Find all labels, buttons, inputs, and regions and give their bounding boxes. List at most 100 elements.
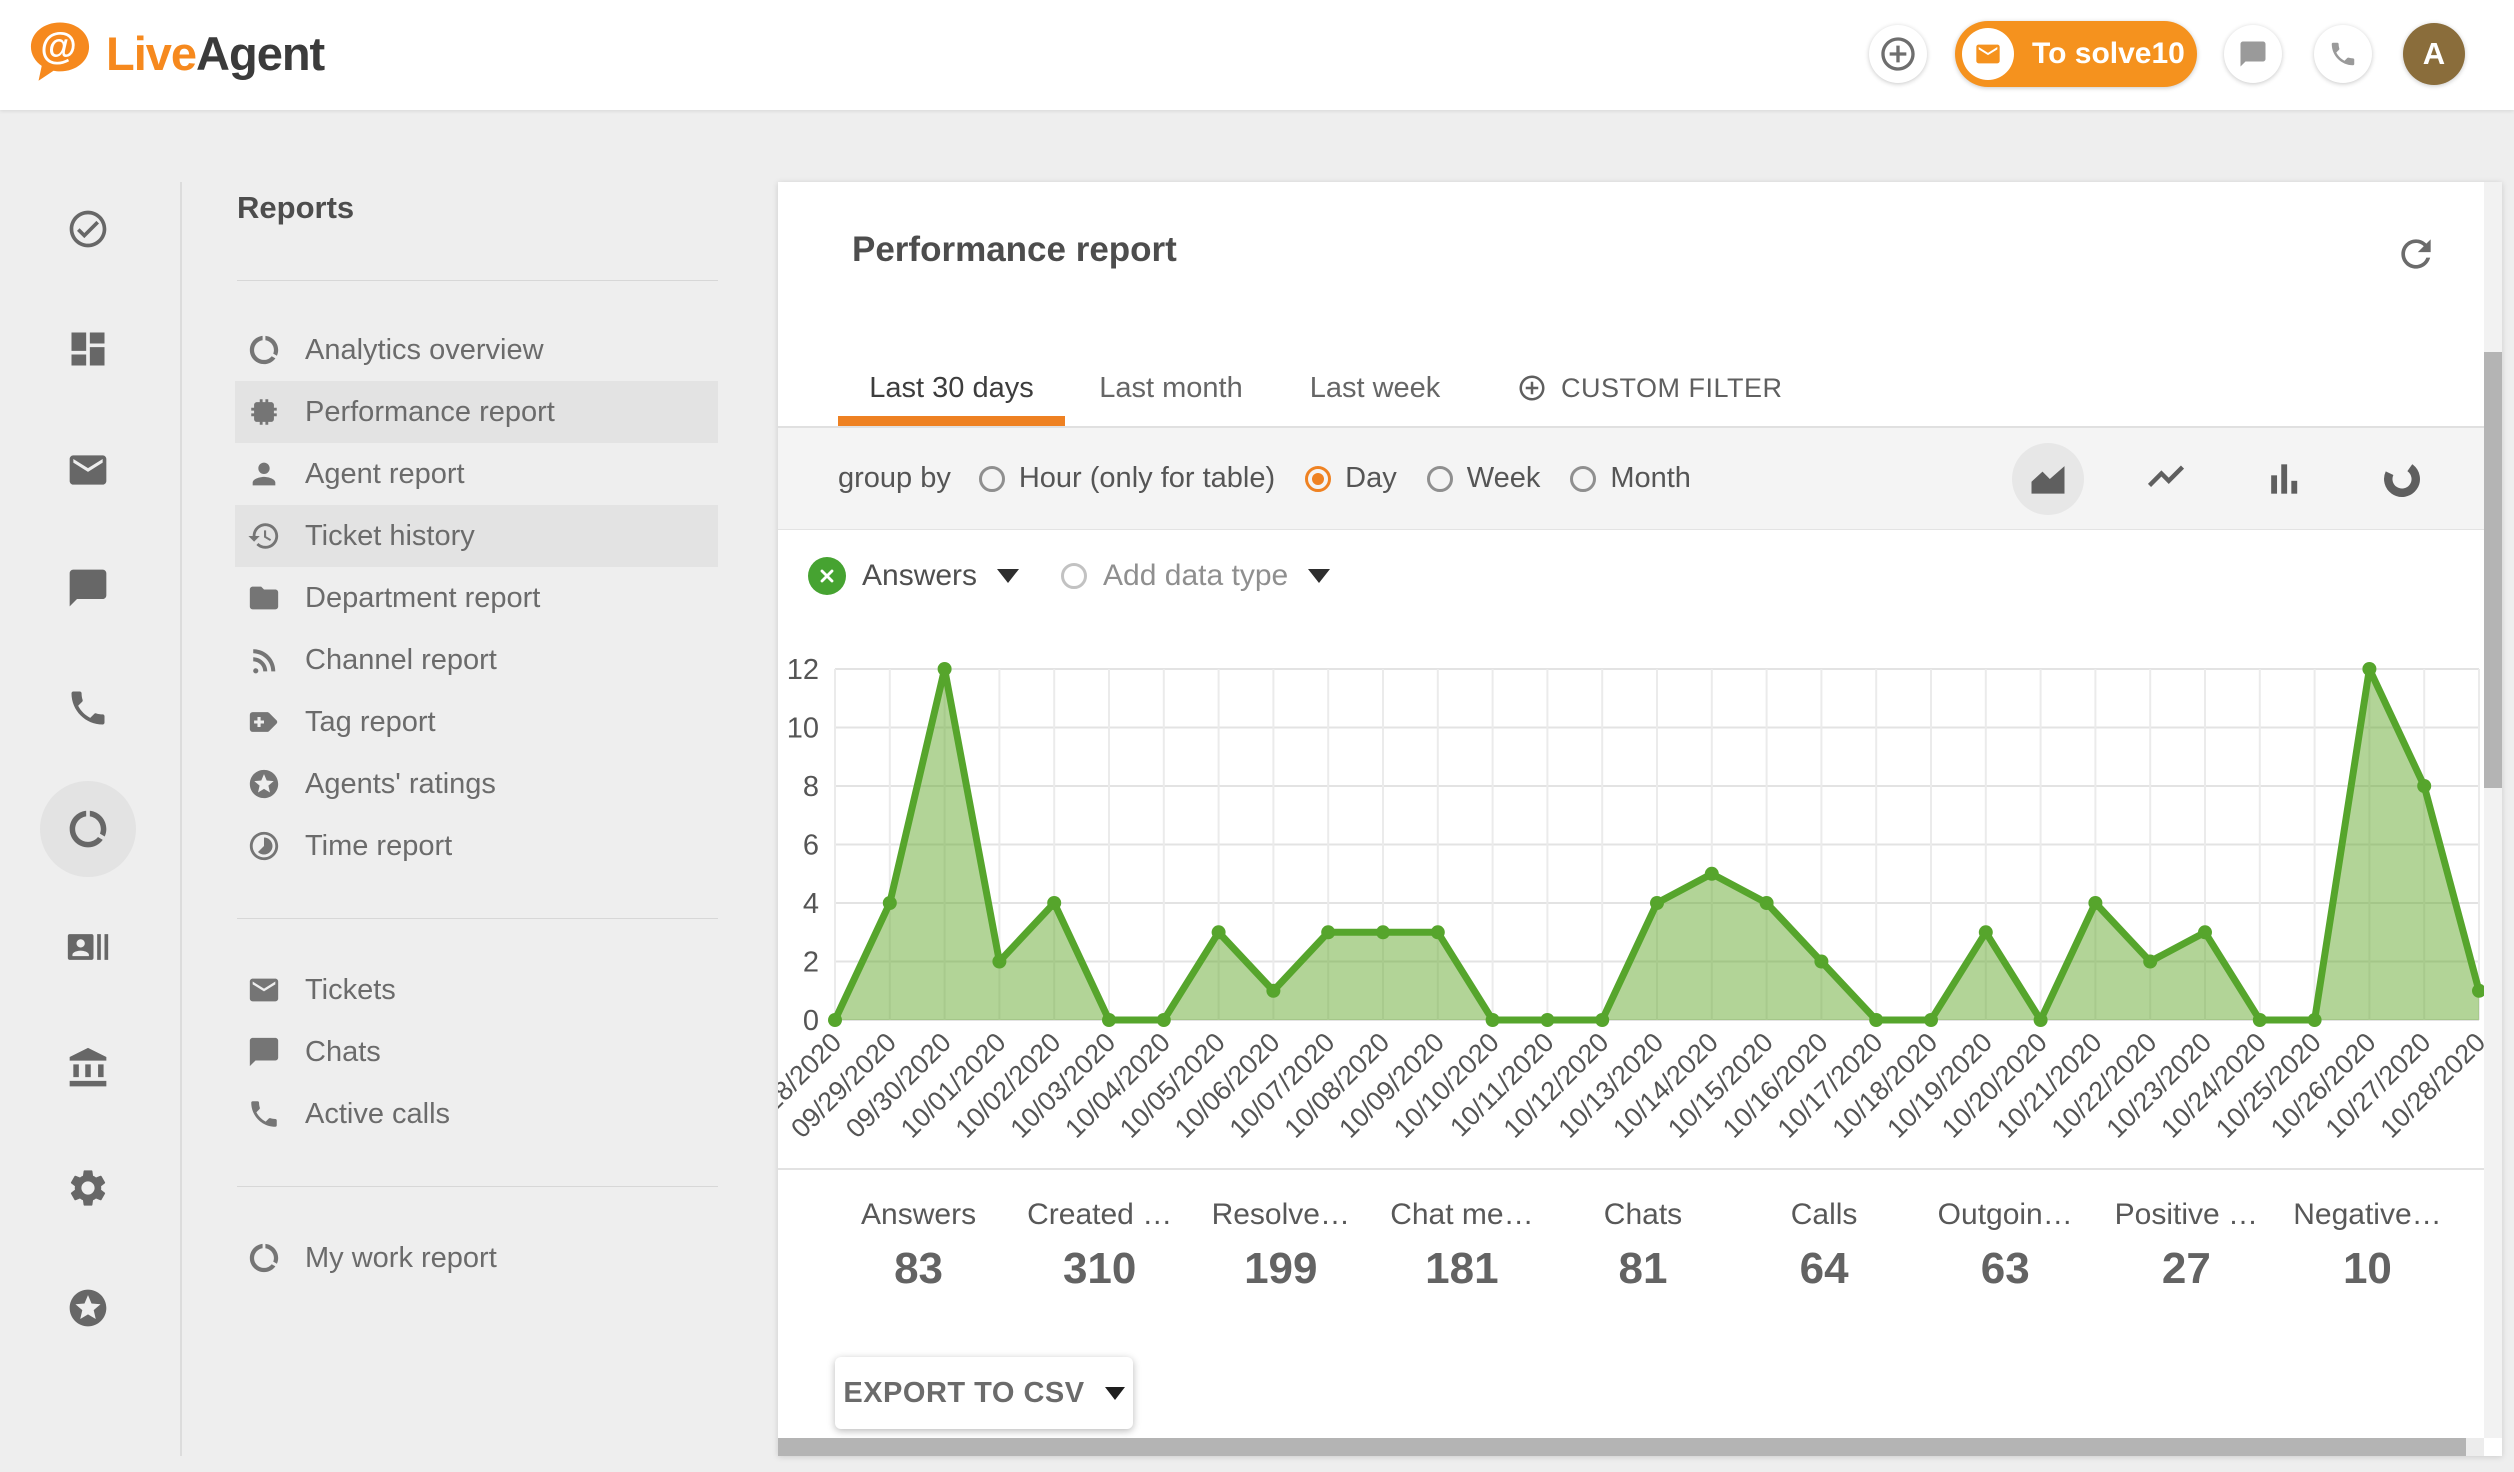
plus-circle-icon <box>1517 373 1547 403</box>
menu-item-label: Tag report <box>305 706 436 739</box>
menu-item-tickets[interactable]: Tickets <box>235 959 718 1021</box>
reports-menu: Reports Analytics overview Performance r… <box>182 182 722 1456</box>
group-by-option-week[interactable]: Week <box>1427 462 1541 495</box>
remove-answers-series-button[interactable] <box>808 557 846 595</box>
export-to-csv-button[interactable]: EXPORT TO CSV <box>835 1357 1133 1429</box>
menu-item-performance-report[interactable]: Performance report <box>235 381 718 443</box>
contact-card-icon <box>66 925 110 969</box>
bar-chart-type-button[interactable] <box>2248 443 2320 515</box>
svg-text:8: 8 <box>803 771 819 803</box>
rail-item-tickets[interactable] <box>66 448 110 492</box>
menu-item-department-report[interactable]: Department report <box>235 567 718 629</box>
horizontal-scrollbar[interactable] <box>778 1438 2502 1456</box>
chevron-down-icon[interactable] <box>1308 569 1330 583</box>
stat-resolved: Resolve… 199 <box>1190 1198 1371 1294</box>
dashboard-icon <box>66 327 110 371</box>
stat-value: 199 <box>1190 1244 1371 1294</box>
stat-value: 310 <box>1009 1244 1190 1294</box>
group-by-option-hour[interactable]: Hour (only for table) <box>979 462 1275 495</box>
refresh-button[interactable] <box>2394 232 2438 276</box>
rail-item-settings[interactable] <box>66 1166 110 1210</box>
custom-filter-button[interactable]: CUSTOM FILTER <box>1517 373 1783 404</box>
line-chart-type-button[interactable] <box>2130 443 2202 515</box>
donut-chart-type-button[interactable] <box>2366 443 2438 515</box>
svg-text:10: 10 <box>787 713 819 745</box>
rail-item-getting-started[interactable] <box>66 1286 110 1330</box>
vertical-scrollbar[interactable] <box>2484 182 2502 1438</box>
chevron-down-icon[interactable] <box>997 569 1019 583</box>
user-avatar[interactable]: A <box>2403 23 2465 85</box>
app-header: @ LiveAgent To solve 10 A <box>0 0 2514 110</box>
menu-item-active-calls[interactable]: Active calls <box>235 1083 718 1145</box>
rail-item-contacts[interactable] <box>66 925 110 969</box>
to-solve-button[interactable]: To solve 10 <box>1955 21 2197 87</box>
rail-item-chats[interactable] <box>66 566 110 610</box>
menu-item-tag-report[interactable]: Tag report <box>235 691 718 753</box>
option-label: Week <box>1467 462 1541 495</box>
menu-divider <box>237 280 718 281</box>
menu-item-ticket-history[interactable]: Ticket history <box>235 505 718 567</box>
chats-header-button[interactable] <box>2224 25 2282 83</box>
folder-icon <box>247 581 281 615</box>
area-chart-type-button[interactable] <box>2012 443 2084 515</box>
menu-divider <box>237 1186 718 1187</box>
to-solve-envelope-badge <box>1962 28 2014 80</box>
person-icon <box>247 457 281 491</box>
menu-item-analytics-overview[interactable]: Analytics overview <box>235 319 718 381</box>
stat-label: Chats <box>1552 1198 1733 1232</box>
menu-item-chats[interactable]: Chats <box>235 1021 718 1083</box>
liveagent-logo[interactable]: @ LiveAgent <box>24 17 324 89</box>
menu-item-my-work-report[interactable]: My work report <box>235 1227 718 1289</box>
bank-building-icon <box>66 1046 110 1090</box>
horizontal-scrollbar-thumb[interactable] <box>778 1438 2466 1456</box>
rail-item-dashboard[interactable] <box>66 327 110 371</box>
group-by-option-day[interactable]: Day <box>1305 462 1397 495</box>
stat-chats: Chats81 <box>1552 1198 1733 1294</box>
add-data-type-radio[interactable] <box>1061 563 1087 589</box>
phone-icon <box>247 1097 281 1131</box>
envelope-icon <box>1974 40 2002 68</box>
group-by-label: group by <box>838 462 951 495</box>
menu-item-label: Department report <box>305 582 540 615</box>
radio-icon <box>1570 466 1596 492</box>
menu-item-time-report[interactable]: Time report <box>235 815 718 877</box>
close-icon <box>817 566 837 586</box>
svg-text:@: @ <box>40 25 76 67</box>
line-chart-icon <box>2144 457 2188 501</box>
rail-item-tickets-resolve[interactable] <box>66 207 110 251</box>
menu-item-label: Channel report <box>305 644 497 677</box>
rail-item-calls[interactable] <box>66 686 110 730</box>
add-data-type-label[interactable]: Add data type <box>1103 559 1288 593</box>
rail-item-customer-portal[interactable] <box>66 1046 110 1090</box>
vertical-scrollbar-thumb[interactable] <box>2484 352 2502 788</box>
scrollbar-corner <box>2484 1438 2502 1456</box>
menu-item-channel-report[interactable]: Channel report <box>235 629 718 691</box>
radio-selected-icon <box>1305 466 1331 492</box>
add-new-button[interactable] <box>1869 25 1927 83</box>
menu-item-label: Time report <box>305 830 452 863</box>
menu-item-label: Chats <box>305 1036 381 1069</box>
stat-label: Resolve… <box>1190 1198 1371 1232</box>
stat-calls: Calls64 <box>1734 1198 1915 1294</box>
tab-last-week[interactable]: Last week <box>1277 372 1473 405</box>
refresh-icon <box>2394 232 2438 276</box>
star-circle-icon <box>66 1286 110 1330</box>
menu-item-agent-report[interactable]: Agent report <box>235 443 718 505</box>
group-by-option-month[interactable]: Month <box>1570 462 1691 495</box>
avatar-letter: A <box>2423 36 2445 72</box>
performance-report-panel: Performance report Last 30 days Last mon… <box>778 182 2502 1456</box>
history-clock-icon <box>247 519 281 553</box>
tab-last-30-days[interactable]: Last 30 days <box>838 372 1065 405</box>
envelope-icon <box>247 973 281 1007</box>
stat-label: Calls <box>1734 1198 1915 1232</box>
phone-icon <box>66 686 110 730</box>
bar-chart-icon <box>2262 457 2306 501</box>
chevron-down-icon <box>1105 1387 1125 1400</box>
calls-header-button[interactable] <box>2314 25 2372 83</box>
plus-circle-icon <box>1878 34 1918 74</box>
tab-last-month[interactable]: Last month <box>1065 372 1277 405</box>
performance-chart: 02468101209/28/202009/29/202009/30/20201… <box>778 632 2492 1168</box>
rail-item-reports[interactable] <box>66 807 110 851</box>
menu-item-agents-ratings[interactable]: Agents' ratings <box>235 753 718 815</box>
svg-text:12: 12 <box>787 654 819 686</box>
